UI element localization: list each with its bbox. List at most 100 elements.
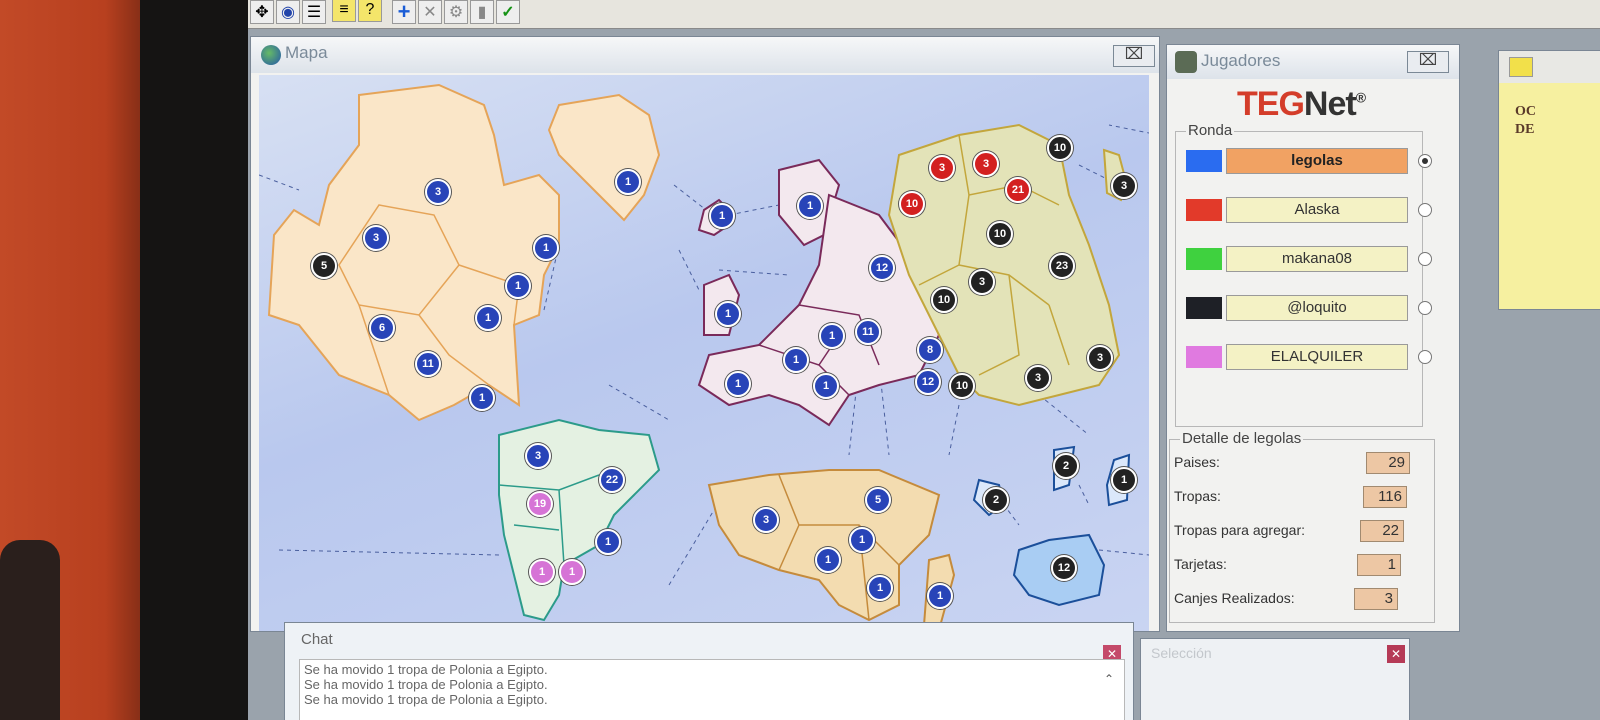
troop-marker[interactable]: 1 bbox=[797, 193, 823, 219]
troop-marker[interactable]: 1 bbox=[813, 373, 839, 399]
troop-marker[interactable]: 3 bbox=[1025, 365, 1051, 391]
troop-marker[interactable]: 8 bbox=[917, 337, 943, 363]
troop-marker[interactable]: 1 bbox=[505, 273, 531, 299]
seleccion-title: Selección bbox=[1151, 645, 1212, 661]
troop-marker[interactable]: 1 bbox=[815, 547, 841, 573]
troop-marker[interactable]: 10 bbox=[1047, 135, 1073, 161]
help-note-icon[interactable]: ? bbox=[358, 0, 382, 22]
troop-marker[interactable]: 1 bbox=[725, 371, 751, 397]
troop-marker[interactable]: 23 bbox=[1049, 253, 1075, 279]
jugadores-title: Jugadores bbox=[1201, 51, 1281, 70]
troop-marker[interactable]: 1 bbox=[533, 235, 559, 261]
troop-marker[interactable]: 3 bbox=[969, 269, 995, 295]
scroll-up-icon[interactable]: ⌃ bbox=[1104, 672, 1114, 686]
world-map[interactable]: 3 1 3 5 1 1 6 1 11 1 1 1 1 12 1 11 1 1 1 8 12 3 3 10 10 21 3 10 23 3 1… bbox=[259, 75, 1149, 631]
detalle-label: Detalle de legolas bbox=[1180, 430, 1304, 447]
troop-marker[interactable]: 1 bbox=[849, 527, 875, 553]
troop-marker[interactable]: 2 bbox=[983, 487, 1009, 513]
troop-marker[interactable]: 11 bbox=[415, 351, 441, 377]
globe-icon bbox=[261, 45, 281, 65]
troop-marker[interactable]: 1 bbox=[783, 347, 809, 373]
player-name: Alaska bbox=[1226, 197, 1408, 223]
joystick-icon[interactable]: ✥ bbox=[250, 0, 274, 24]
gear-icon[interactable]: ⚙ bbox=[444, 0, 468, 24]
troop-marker[interactable]: 5 bbox=[865, 487, 891, 513]
troop-marker[interactable]: 1 bbox=[867, 575, 893, 601]
troop-marker[interactable]: 3 bbox=[753, 507, 779, 533]
troop-marker[interactable]: 1 bbox=[709, 203, 735, 229]
troop-marker[interactable]: 1 bbox=[715, 301, 741, 327]
detalle-row-value: 116 bbox=[1363, 486, 1407, 508]
troop-marker[interactable]: 5 bbox=[311, 253, 337, 279]
chat-log[interactable]: Se ha movido 1 tropa de Polonia a Egipto… bbox=[299, 659, 1125, 720]
tegnet-logo-net: Net bbox=[1303, 85, 1357, 123]
troop-marker[interactable]: 3 bbox=[525, 443, 551, 469]
detalle-row-value: 22 bbox=[1360, 520, 1404, 542]
troop-marker[interactable]: 3 bbox=[973, 151, 999, 177]
players-icon bbox=[1175, 51, 1197, 73]
screen: ✥ ◉ ☰ ≡ ? + ✕ ⚙ ▮ ✓ Mapa ⌧ 3 1 3 5 1 1 6… bbox=[248, 0, 1600, 720]
player-radio[interactable] bbox=[1418, 203, 1432, 217]
troop-marker[interactable]: 10 bbox=[899, 191, 925, 217]
mapa-close-button[interactable]: ⌧ bbox=[1113, 45, 1155, 67]
troop-marker[interactable]: 1 bbox=[615, 169, 641, 195]
jugadores-close-button[interactable]: ⌧ bbox=[1407, 51, 1449, 73]
troop-marker[interactable]: 11 bbox=[855, 319, 881, 345]
tegnet-logo-reg: ® bbox=[1355, 89, 1366, 106]
add-icon[interactable]: + bbox=[392, 0, 416, 24]
troop-marker[interactable]: 1 bbox=[469, 385, 495, 411]
check-icon[interactable]: ✓ bbox=[496, 0, 520, 24]
troop-marker[interactable]: 1 bbox=[559, 559, 585, 585]
troop-marker[interactable]: 3 bbox=[425, 179, 451, 205]
troop-marker[interactable]: 12 bbox=[869, 255, 895, 281]
list-icon[interactable]: ☰ bbox=[302, 0, 326, 24]
detalle-row-label: Tropas: bbox=[1174, 488, 1221, 504]
troop-marker[interactable]: 3 bbox=[1087, 345, 1113, 371]
troop-marker[interactable]: 12 bbox=[915, 369, 941, 395]
troop-marker[interactable]: 12 bbox=[1051, 555, 1077, 581]
player-radio[interactable] bbox=[1418, 350, 1432, 364]
chat-window: Chat ✕ Se ha movido 1 tropa de Polonia a… bbox=[284, 622, 1134, 720]
detalle-row-label: Canjes Realizados: bbox=[1174, 590, 1295, 606]
player-radio[interactable] bbox=[1418, 154, 1432, 168]
player-color-swatch bbox=[1186, 248, 1222, 270]
note-icon bbox=[1509, 57, 1533, 77]
card-icon[interactable]: ▮ bbox=[470, 0, 494, 24]
player-radio[interactable] bbox=[1418, 301, 1432, 315]
troop-marker[interactable]: 21 bbox=[1005, 177, 1031, 203]
troop-marker[interactable]: 2 bbox=[1053, 453, 1079, 479]
note-icon[interactable]: ≡ bbox=[332, 0, 356, 22]
troop-marker[interactable]: 3 bbox=[929, 155, 955, 181]
mapa-titlebar: Mapa ⌧ bbox=[251, 37, 1159, 73]
troop-marker[interactable]: 19 bbox=[527, 491, 553, 517]
troop-marker[interactable]: 3 bbox=[1111, 173, 1137, 199]
player-name: ELALQUILER bbox=[1226, 344, 1408, 370]
troop-marker[interactable]: 1 bbox=[529, 559, 555, 585]
ronda-label: Ronda bbox=[1186, 122, 1235, 139]
ronda-group: Ronda legolas Alaska makana08 @loquito ELALQ… bbox=[1175, 122, 1432, 427]
troop-marker[interactable]: 10 bbox=[931, 287, 957, 313]
detalle-row-label: Tarjetas: bbox=[1174, 556, 1227, 572]
seleccion-close-icon[interactable]: ✕ bbox=[1387, 645, 1405, 663]
globe-icon[interactable]: ◉ bbox=[276, 0, 300, 24]
detalle-row-value: 1 bbox=[1357, 554, 1401, 576]
troop-marker[interactable]: 1 bbox=[595, 529, 621, 555]
jugadores-window: Jugadores ⌧ TEGNet® Ronda legolas Alaska m… bbox=[1166, 44, 1460, 632]
player-name: legolas bbox=[1226, 148, 1408, 174]
troop-marker[interactable]: 22 bbox=[599, 467, 625, 493]
troop-marker[interactable]: 10 bbox=[987, 221, 1013, 247]
map-territories bbox=[259, 83, 1149, 631]
player-radio[interactable] bbox=[1418, 252, 1432, 266]
troop-marker[interactable]: 10 bbox=[949, 373, 975, 399]
troop-marker[interactable]: 1 bbox=[1111, 467, 1137, 493]
tegnet-logo: TEGNet® bbox=[1237, 85, 1366, 124]
objetivo-text-line2: DE bbox=[1515, 122, 1535, 137]
troop-marker[interactable]: 1 bbox=[927, 583, 953, 609]
troop-marker[interactable]: 3 bbox=[363, 225, 389, 251]
troop-marker[interactable]: 1 bbox=[819, 323, 845, 349]
troop-marker[interactable]: 6 bbox=[369, 315, 395, 341]
mapa-window: Mapa ⌧ 3 1 3 5 1 1 6 1 11 1 1 1 1 12 1 1… bbox=[250, 36, 1160, 632]
cancel-icon[interactable]: ✕ bbox=[418, 0, 442, 24]
troop-marker[interactable]: 1 bbox=[475, 305, 501, 331]
chat-line: Se ha movido 1 tropa de Polonia a Egipto… bbox=[304, 692, 548, 707]
